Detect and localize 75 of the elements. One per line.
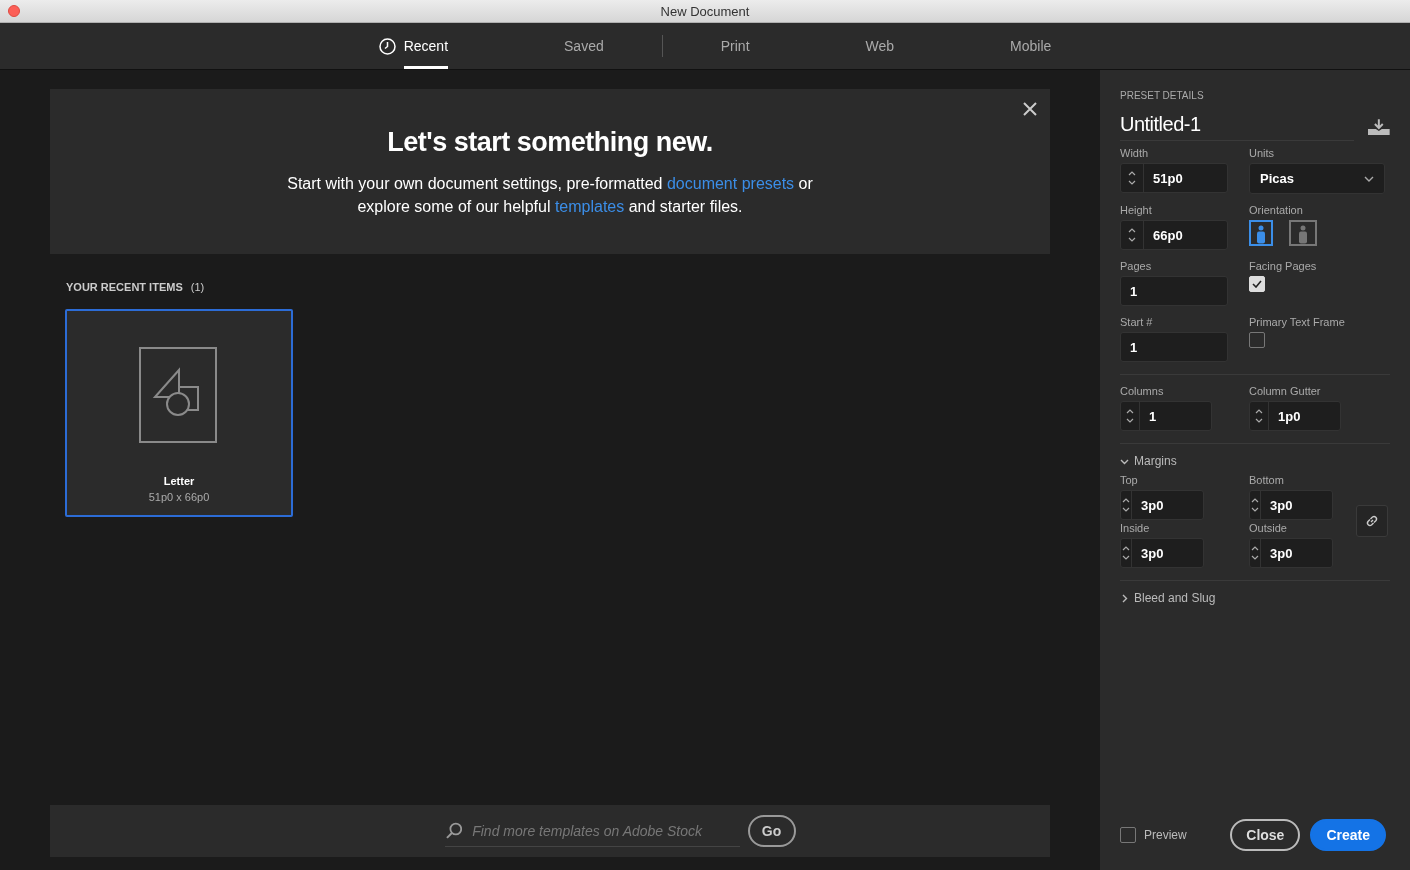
field-label: Top: [1120, 474, 1139, 486]
tab[interactable]: Saved: [506, 23, 662, 69]
value-field[interactable]: 1: [1140, 407, 1211, 425]
item-size: 51p0 x 66p0: [148, 491, 210, 503]
field-label: Start #: [1120, 316, 1154, 328]
number-stepper[interactable]: 1: [1120, 401, 1212, 431]
search-field[interactable]: Find more templates on Adobe Stock: [470, 821, 740, 840]
number-stepper[interactable]: 3p0: [1120, 538, 1204, 568]
value-field[interactable]: 1p0: [1269, 407, 1340, 425]
number-stepper[interactable]: 1: [1120, 332, 1228, 362]
field-label: Orientation: [1249, 204, 1304, 216]
item-name: Letter: [163, 475, 195, 487]
item-count: (1): [190, 281, 205, 293]
link-icon: [1364, 513, 1380, 529]
search-icon: [444, 821, 463, 840]
checkbox-label: Preview: [1144, 828, 1187, 842]
preset-name-field[interactable]: Untitled-1: [1120, 113, 1355, 141]
value-field[interactable]: 3p0: [1261, 496, 1332, 514]
value-field[interactable]: 3p0: [1132, 496, 1203, 514]
tab[interactable]: Recent: [320, 23, 507, 69]
tab[interactable]: Web: [807, 23, 953, 69]
portrait-orientation-icon[interactable]: [1249, 220, 1273, 246]
chevron-right-icon: [1120, 593, 1129, 603]
link-margins-button[interactable]: [1356, 505, 1388, 537]
field-label: Pages: [1120, 260, 1153, 272]
number-stepper[interactable]: 1: [1120, 276, 1228, 306]
tab[interactable]: Mobile: [952, 23, 1110, 69]
landscape-orientation-icon[interactable]: [1289, 220, 1317, 246]
section-heading: YOUR RECENT ITEMS: [66, 281, 183, 293]
value-field[interactable]: 66p0: [1144, 226, 1215, 244]
number-stepper[interactable]: 3p0: [1120, 490, 1204, 520]
bleed-section-toggle[interactable]: Bleed and Slug: [1120, 591, 1390, 605]
close-window-button[interactable]: [8, 5, 20, 17]
window-title: New Document: [660, 3, 750, 19]
field-label: Primary Text Frame: [1249, 316, 1346, 328]
checkbox[interactable]: [1249, 332, 1265, 348]
number-stepper[interactable]: 51p0: [1120, 163, 1228, 193]
number-stepper[interactable]: 66p0: [1120, 220, 1228, 250]
value-field[interactable]: 3p0: [1261, 544, 1332, 562]
field-label: Column Gutter: [1249, 385, 1322, 397]
intro-text: Start with your own document settings, pre-formatted document presets or explore some of our helpful templates and starter files.: [286, 174, 814, 217]
link[interactable]: templates: [554, 198, 625, 215]
check-icon: [1252, 280, 1262, 288]
number-stepper[interactable]: 1p0: [1249, 401, 1341, 431]
number-stepper[interactable]: 3p0: [1249, 490, 1333, 520]
field-label: Width: [1120, 147, 1150, 159]
field-label: Facing Pages: [1249, 260, 1318, 272]
field-label: Height: [1120, 204, 1153, 216]
units-dropdown[interactable]: Picas: [1249, 163, 1385, 194]
value-field[interactable]: 1: [1121, 338, 1192, 356]
recent-item-card[interactable]: Letter 51p0 x 66p0: [65, 309, 293, 517]
go-button[interactable]: Go: [747, 815, 796, 847]
panel-heading: PRESET DETAILS: [1120, 90, 1205, 101]
document-icon: [139, 347, 219, 445]
banner-heading: Let's start something new.: [387, 127, 713, 158]
save-preset-icon[interactable]: [1368, 119, 1390, 135]
tab[interactable]: Print: [662, 23, 808, 69]
clock-icon: [378, 37, 396, 55]
field-label: Columns: [1120, 385, 1165, 397]
close-icon[interactable]: [1022, 101, 1038, 117]
field-label: Outside: [1249, 522, 1288, 534]
create-button[interactable]: Create: [1310, 819, 1386, 851]
field-label: Inside: [1120, 522, 1151, 534]
chevron-down-icon: [1364, 175, 1374, 182]
value-field[interactable]: 51p0: [1144, 169, 1215, 187]
value-field[interactable]: 1: [1121, 282, 1192, 300]
field-label: Bottom: [1249, 474, 1285, 486]
number-stepper[interactable]: 3p0: [1249, 538, 1333, 568]
value-field[interactable]: 3p0: [1132, 544, 1203, 562]
close-button[interactable]: Close: [1230, 819, 1301, 851]
field-label: Units: [1249, 147, 1276, 159]
checkbox[interactable]: [1120, 827, 1136, 843]
search-box[interactable]: Find more templates on Adobe Stock: [444, 815, 740, 847]
margins-section-toggle[interactable]: Margins: [1120, 454, 1390, 468]
link[interactable]: document presets: [666, 175, 795, 192]
